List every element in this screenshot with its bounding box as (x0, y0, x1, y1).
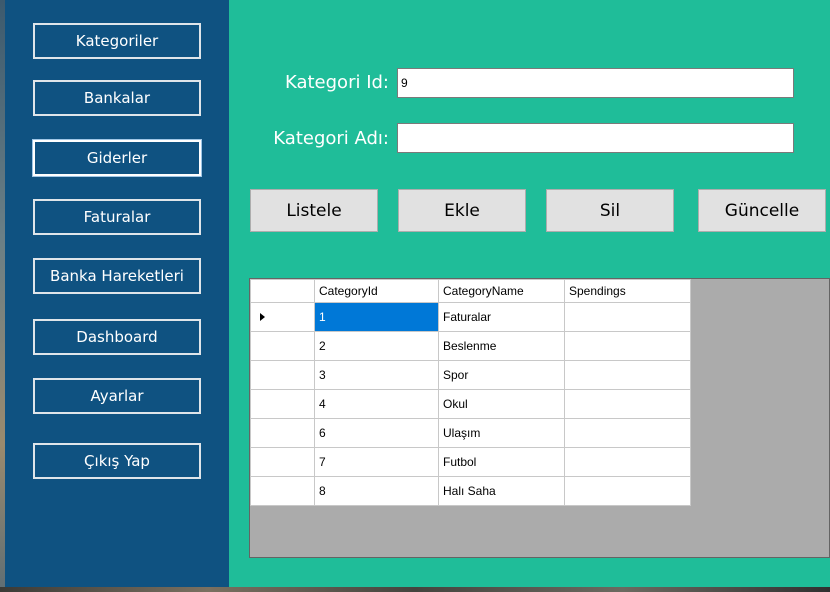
table-cell[interactable] (564, 302, 691, 332)
column-header-spendings[interactable]: Spendings (564, 279, 691, 303)
row-header[interactable] (250, 418, 315, 448)
row-header[interactable] (250, 476, 315, 506)
table-cell[interactable]: 1 (314, 302, 439, 332)
table-cell[interactable]: Faturalar (438, 302, 565, 332)
table-cell[interactable]: 8 (314, 476, 439, 506)
table-row[interactable]: 4 Okul (250, 389, 691, 419)
table-cell[interactable]: 7 (314, 447, 439, 477)
nav-giderler-button[interactable]: Giderler (33, 140, 201, 176)
category-id-input[interactable] (397, 68, 794, 98)
table-cell[interactable] (564, 418, 691, 448)
category-name-label: Kategori Adı: (273, 128, 389, 149)
table-cell[interactable]: Halı Saha (438, 476, 565, 506)
grid-table: CategoryId CategoryName Spendings 1 Fatu… (250, 279, 691, 506)
table-row[interactable]: 8 Halı Saha (250, 476, 691, 506)
nav-bankalar-button[interactable]: Bankalar (33, 80, 201, 116)
table-cell[interactable]: 4 (314, 389, 439, 419)
nav-ayarlar-button[interactable]: Ayarlar (33, 378, 201, 414)
table-cell[interactable] (564, 360, 691, 390)
table-row[interactable]: 1 Faturalar (250, 302, 691, 332)
table-cell[interactable]: Spor (438, 360, 565, 390)
table-row[interactable]: 6 Ulaşım (250, 418, 691, 448)
row-header[interactable] (250, 447, 315, 477)
nav-faturalar-button[interactable]: Faturalar (33, 199, 201, 235)
table-cell[interactable]: 2 (314, 331, 439, 361)
nav-cikis-yap-button[interactable]: Çıkış Yap (33, 443, 201, 479)
category-id-label: Kategori Id: (284, 72, 389, 93)
column-header-categoryname[interactable]: CategoryName (438, 279, 565, 303)
row-header[interactable] (250, 360, 315, 390)
nav-kategoriler-button[interactable]: Kategoriler (33, 23, 201, 59)
table-row[interactable]: 7 Futbol (250, 447, 691, 477)
row-header[interactable] (250, 389, 315, 419)
row-header[interactable] (250, 331, 315, 361)
add-button[interactable]: Ekle (398, 189, 526, 232)
table-cell[interactable]: 6 (314, 418, 439, 448)
table-cell[interactable] (564, 476, 691, 506)
table-row[interactable]: 2 Beslenme (250, 331, 691, 361)
nav-banka-hareketleri-button[interactable]: Banka Hareketleri (33, 258, 201, 294)
column-header-categoryid[interactable]: CategoryId (314, 279, 439, 303)
row-header-corner (250, 279, 315, 303)
table-cell[interactable]: Futbol (438, 447, 565, 477)
nav-dashboard-button[interactable]: Dashboard (33, 319, 201, 355)
table-row[interactable]: 3 Spor (250, 360, 691, 390)
table-cell[interactable]: Okul (438, 389, 565, 419)
category-name-input[interactable] (397, 123, 794, 153)
list-button[interactable]: Listele (250, 189, 378, 232)
current-row-arrow-icon (260, 313, 265, 321)
table-cell[interactable] (564, 331, 691, 361)
category-data-grid[interactable]: CategoryId CategoryName Spendings 1 Fatu… (249, 278, 830, 558)
table-cell[interactable]: 3 (314, 360, 439, 390)
sidebar: Kategoriler Bankalar Giderler Faturalar … (5, 0, 229, 587)
grid-header-row: CategoryId CategoryName Spendings (250, 279, 691, 303)
desktop-background-strip (0, 587, 830, 592)
update-button[interactable]: Güncelle (698, 189, 826, 232)
table-cell[interactable]: Ulaşım (438, 418, 565, 448)
delete-button[interactable]: Sil (546, 189, 674, 232)
main-panel: Kategori Id: Kategori Adı: Listele Ekle … (229, 0, 830, 587)
row-header-current[interactable] (250, 302, 315, 332)
table-cell[interactable]: Beslenme (438, 331, 565, 361)
table-cell[interactable] (564, 389, 691, 419)
table-cell[interactable] (564, 447, 691, 477)
